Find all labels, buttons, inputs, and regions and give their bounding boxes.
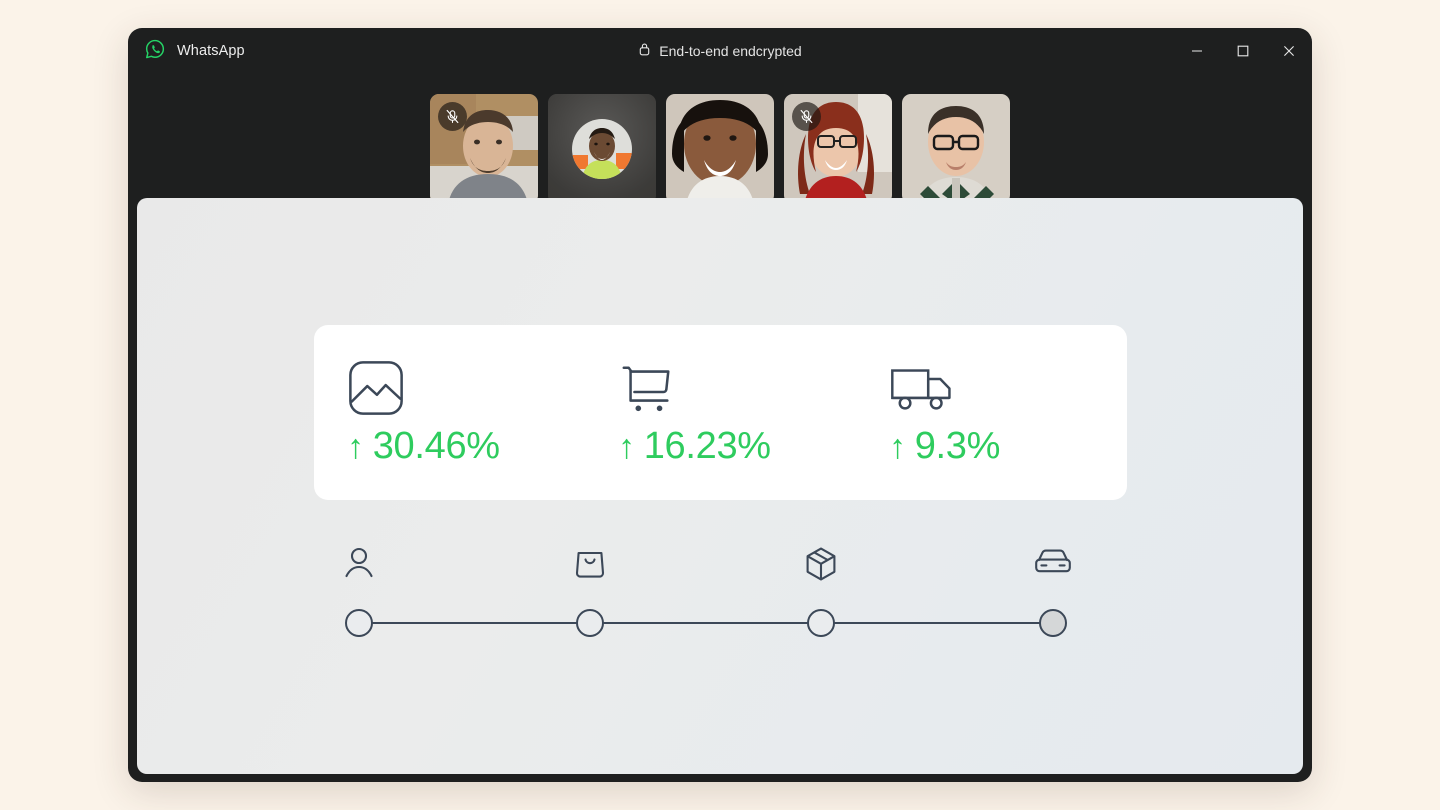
whatsapp-call-window: WhatsApp End-to-end endcrypted ↑ 30.46% … (128, 28, 1312, 782)
delivery-truck-icon (889, 357, 957, 419)
mic-off-icon (800, 109, 813, 124)
arrow-up-icon: ↑ (889, 427, 906, 466)
image-chart-icon (347, 357, 405, 419)
lock-icon (638, 42, 651, 61)
stat-item-cart: ↑ 16.23% (585, 357, 856, 468)
stat-value: 30.46% (372, 425, 500, 467)
mic-muted-badge (792, 102, 821, 131)
stepper-node-1[interactable] (345, 609, 373, 637)
stat-value-row: ↑ 30.46% (347, 425, 500, 468)
stat-item-delivery: ↑ 9.3% (856, 357, 1127, 468)
stats-card: ↑ 30.46% ↑ 16.23% ↑ 9.3% (314, 325, 1127, 500)
participant-tile[interactable] (430, 94, 538, 204)
stat-value: 16.23% (643, 425, 771, 467)
stat-value-row: ↑ 9.3% (889, 425, 1000, 468)
avatar (572, 119, 632, 179)
whatsapp-logo-icon (144, 38, 166, 65)
encryption-label: End-to-end endcrypted (659, 43, 802, 59)
participant-tile[interactable] (902, 94, 1010, 204)
participant-tile[interactable] (548, 94, 656, 204)
arrow-up-icon: ↑ (347, 427, 364, 466)
shared-screen-area: ↑ 30.46% ↑ 16.23% ↑ 9.3% (137, 198, 1303, 774)
app-title: WhatsApp (177, 43, 245, 59)
encryption-status: End-to-end endcrypted (128, 28, 1312, 74)
stat-item-conversion: ↑ 30.46% (314, 357, 585, 468)
window-controls (1174, 28, 1312, 74)
stepper-track (353, 622, 1061, 624)
stat-value: 9.3% (914, 425, 1001, 467)
arrow-up-icon: ↑ (618, 427, 635, 466)
close-button[interactable] (1266, 28, 1312, 74)
page-root: WhatsApp End-to-end endcrypted ↑ 30.46% … (0, 0, 1440, 810)
app-brand: WhatsApp (128, 38, 245, 65)
mic-off-icon (446, 109, 459, 124)
title-bar: WhatsApp End-to-end endcrypted (128, 28, 1312, 74)
person-icon (344, 546, 374, 585)
participant-tile[interactable] (784, 94, 892, 204)
stepper-node-2[interactable] (576, 609, 604, 637)
stat-value-row: ↑ 16.23% (618, 425, 771, 468)
stepper-node-4[interactable] (1039, 609, 1067, 637)
funnel-stepper (345, 546, 1071, 641)
shopping-cart-icon (618, 357, 676, 419)
car-icon (1034, 546, 1072, 583)
shopping-bag-icon (575, 546, 605, 585)
maximize-button[interactable] (1220, 28, 1266, 74)
mic-muted-badge (438, 102, 467, 131)
minimize-button[interactable] (1174, 28, 1220, 74)
participant-tile[interactable] (666, 94, 774, 204)
stepper-node-3[interactable] (807, 609, 835, 637)
package-box-icon (804, 546, 838, 587)
